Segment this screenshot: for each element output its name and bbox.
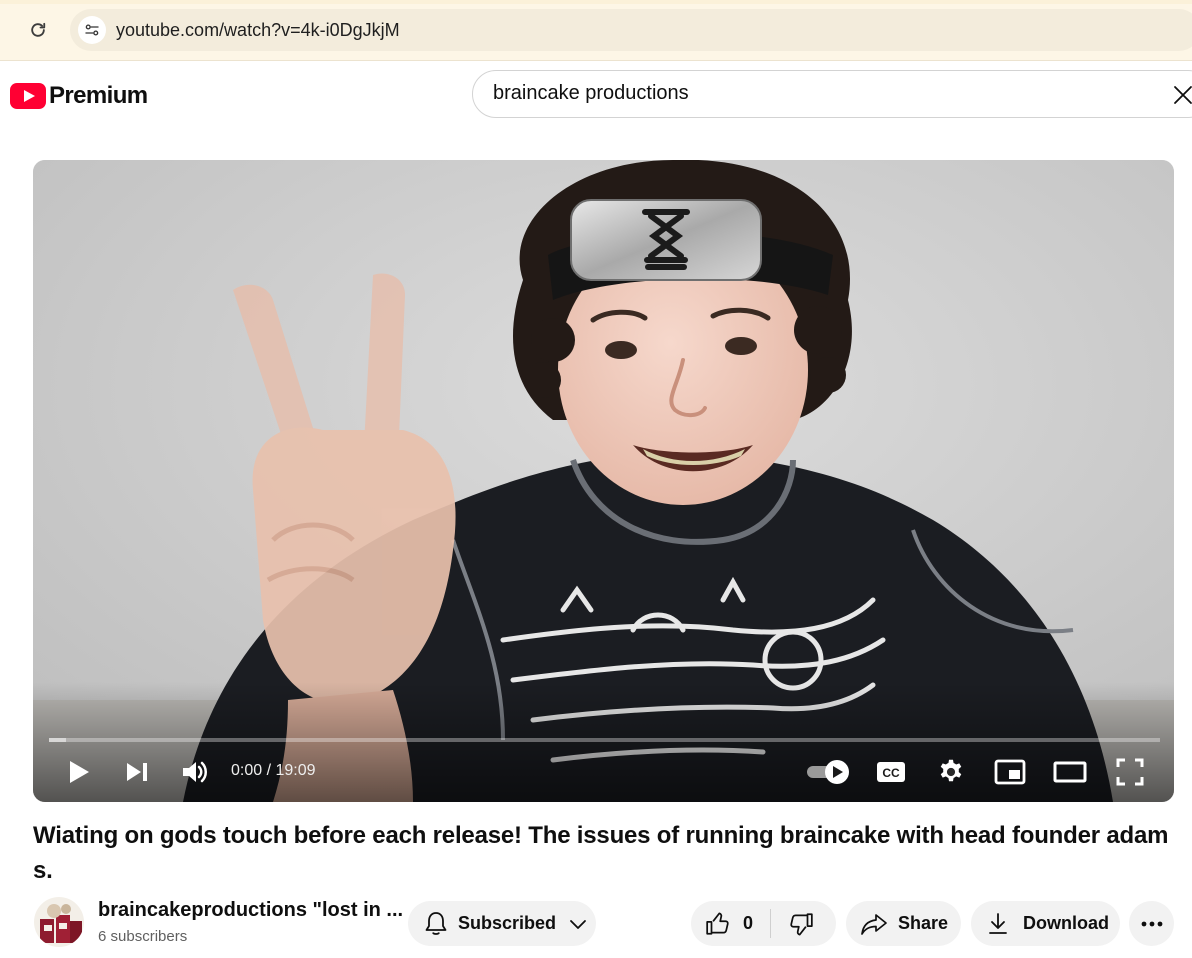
autoplay-toggle-icon xyxy=(807,760,849,784)
site-info-button[interactable] xyxy=(78,16,106,44)
fullscreen-button[interactable] xyxy=(1112,754,1148,790)
like-button[interactable]: 0 xyxy=(691,901,771,946)
theater-mode-button[interactable] xyxy=(1052,754,1088,790)
next-button[interactable] xyxy=(119,754,155,790)
thumbs-up-icon xyxy=(706,912,729,935)
video-player[interactable]: 0:00 / 19:09 CC xyxy=(33,160,1174,802)
gear-icon xyxy=(940,759,962,782)
share-icon xyxy=(861,913,887,935)
youtube-premium-logo[interactable]: Premium xyxy=(10,81,148,111)
theater-mode-icon xyxy=(1053,761,1087,783)
more-horizontal-icon xyxy=(1141,921,1162,926)
miniplayer-button[interactable] xyxy=(992,754,1028,790)
browser-toolbar: youtube.com/watch?v=4k-i0DgJkjM xyxy=(0,0,1192,61)
logo-text: Premium xyxy=(49,82,148,109)
closed-captions-icon: CC xyxy=(877,762,905,782)
play-button[interactable] xyxy=(61,754,97,790)
subscribed-button[interactable]: Subscribed xyxy=(408,901,596,946)
miniplayer-icon xyxy=(994,759,1026,785)
chevron-down-icon xyxy=(570,919,586,929)
volume-icon xyxy=(183,761,207,783)
fullscreen-icon xyxy=(1116,758,1144,786)
search-input[interactable] xyxy=(493,82,1153,105)
share-label: Share xyxy=(898,913,949,933)
close-icon[interactable] xyxy=(1171,83,1192,107)
address-bar[interactable]: youtube.com/watch?v=4k-i0DgJkjM xyxy=(70,9,1192,51)
thumbs-down-icon xyxy=(789,912,813,935)
channel-avatar[interactable] xyxy=(34,897,84,947)
avatar-image xyxy=(34,897,84,947)
time-display: 0:00 / 19:09 xyxy=(231,762,316,779)
dislike-button[interactable] xyxy=(771,901,836,946)
svg-text:CC: CC xyxy=(882,766,900,780)
reload-button[interactable] xyxy=(22,14,54,46)
channel-name[interactable]: braincakeproductions "lost in ... xyxy=(98,899,403,922)
share-button[interactable]: Share xyxy=(846,901,961,946)
mute-button[interactable] xyxy=(177,754,213,790)
download-icon xyxy=(989,912,1007,934)
more-actions-button[interactable] xyxy=(1129,901,1174,946)
browser-tab-strip xyxy=(0,0,1192,4)
youtube-logo-icon xyxy=(10,83,46,109)
download-label: Download xyxy=(1023,913,1109,933)
progress-bar[interactable] xyxy=(49,738,1160,742)
search-box[interactable] xyxy=(472,70,1192,118)
reload-icon xyxy=(31,22,46,37)
subscriber-count: 6 subscribers xyxy=(98,928,188,945)
play-icon xyxy=(70,761,89,783)
like-count: 0 xyxy=(743,913,754,933)
video-title: Wiating on gods touch before each releas… xyxy=(33,822,1169,884)
download-button[interactable]: Download xyxy=(971,901,1120,946)
tune-icon xyxy=(85,24,99,36)
bell-icon xyxy=(425,911,447,935)
autoplay-toggle[interactable] xyxy=(803,754,851,790)
url-text[interactable]: youtube.com/watch?v=4k-i0DgJkjM xyxy=(116,20,400,41)
skip-next-icon xyxy=(127,763,147,781)
subscribed-label: Subscribed xyxy=(458,913,557,933)
captions-button[interactable]: CC xyxy=(873,754,909,790)
progress-buffer xyxy=(49,738,66,742)
settings-button[interactable] xyxy=(933,754,969,790)
